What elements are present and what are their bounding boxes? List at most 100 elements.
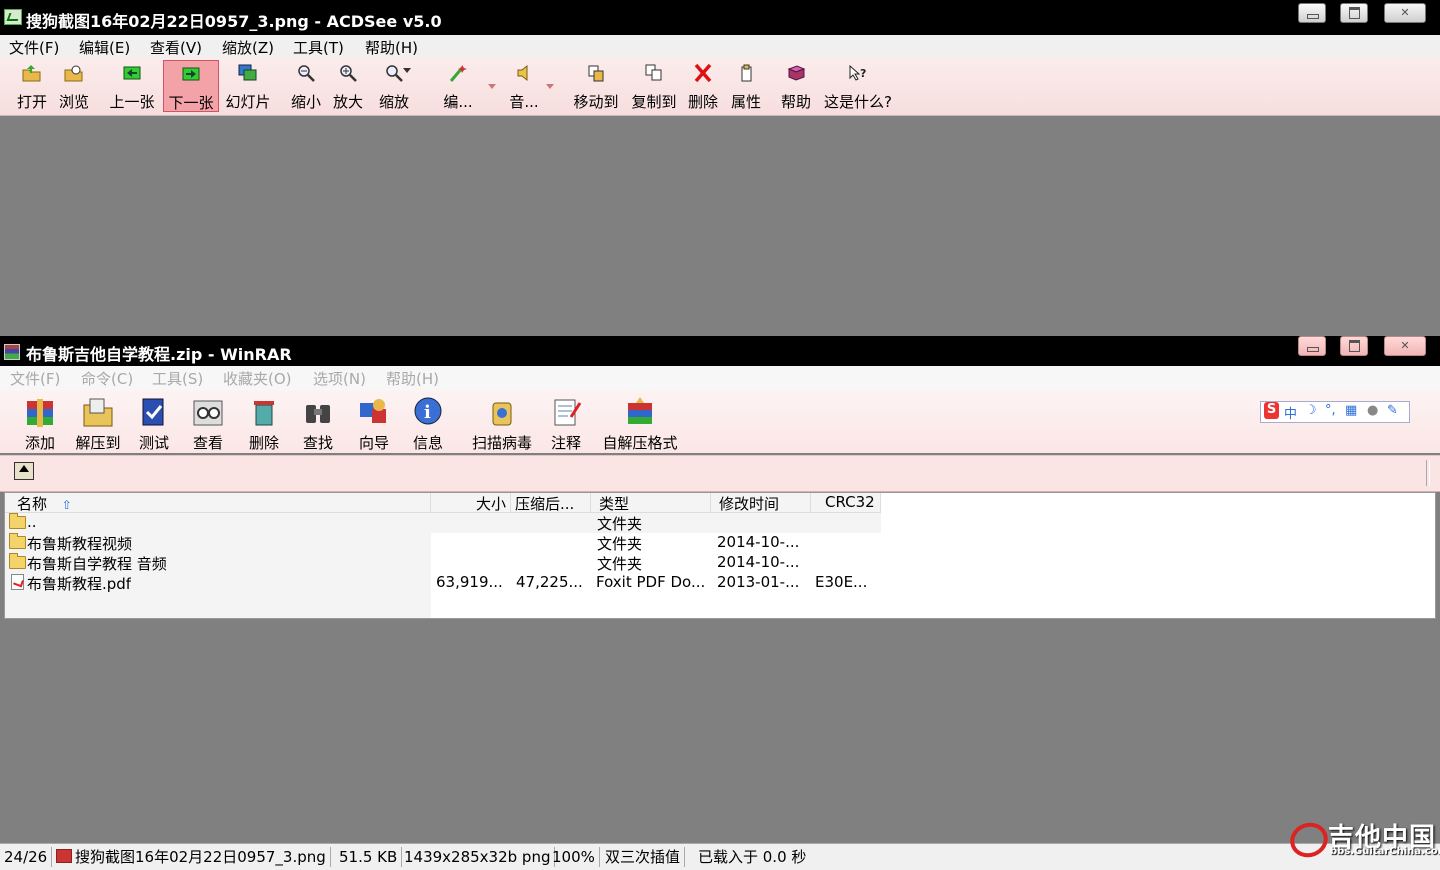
delete-label: 删除 (687, 93, 718, 111)
edit-button[interactable]: 编... (436, 60, 480, 112)
test-icon (142, 398, 164, 426)
acdsee-menu-zoom[interactable]: 缩放(Z) (222, 37, 274, 58)
winrar-menu-tools[interactable]: 工具(S) (152, 368, 203, 389)
table-row[interactable]: 布鲁斯教程.pdf 63,919... 47,225... Foxit PDF … (5, 573, 881, 593)
status-file: 搜狗截图16年02月22日0957_3.png (52, 847, 331, 867)
whats-this-button[interactable]: ? 这是什么? (820, 60, 896, 112)
winrar-menu-options[interactable]: 选项(N) (313, 368, 366, 389)
acdsee-menu-view[interactable]: 查看(V) (150, 37, 202, 58)
column-header-crc[interactable]: CRC32 (811, 493, 881, 513)
acdsee-menu-help[interactable]: 帮助(H) (365, 37, 418, 58)
prev-image-label: 上一张 (109, 93, 155, 111)
winrar-menu-help[interactable]: 帮助(H) (386, 368, 439, 389)
acdsee-maximize-button[interactable] (1340, 3, 1368, 23)
winrar-menu-favorites[interactable]: 收藏夹(O) (223, 368, 292, 389)
prev-image-button[interactable]: 上一张 (106, 60, 158, 112)
moon-icon[interactable]: ☽ (1305, 403, 1317, 418)
winrar-menu-command[interactable]: 命令(C) (81, 368, 133, 389)
zoom-out-icon (298, 65, 315, 82)
acdsee-menu-file[interactable]: 文件(F) (9, 37, 59, 58)
winrar-maximize-button[interactable] (1340, 336, 1368, 356)
comment-button[interactable]: 注释 (544, 392, 588, 452)
guitar-logo-icon (1285, 817, 1333, 863)
next-arrow-icon (182, 67, 200, 81)
ime-toolbar[interactable]: S 中 ☽ °, ▦ ● ✎ (1260, 401, 1410, 423)
column-header-packed[interactable]: 压缩后... (511, 493, 591, 513)
status-index: 24/26 (0, 847, 53, 867)
acdsee-menu-tools[interactable]: 工具(T) (293, 37, 344, 58)
add-button[interactable]: 添加 (16, 392, 64, 452)
winrar-minimize-button[interactable] (1298, 336, 1326, 356)
winrar-file-list[interactable]: 名称 ⇧ 大小 压缩后... 类型 修改时间 CRC32 .. 文件夹 布鲁斯教… (4, 492, 1436, 619)
acdsee-menu-edit[interactable]: 编辑(E) (79, 37, 130, 58)
info-button[interactable]: i 信息 (406, 392, 450, 452)
up-folder-button[interactable] (14, 462, 34, 480)
table-row[interactable]: 布鲁斯教程视频 文件夹 2014-10-... (5, 533, 881, 553)
delete-archive-label: 删除 (248, 434, 279, 452)
move-to-button[interactable]: 移动到 (570, 60, 622, 112)
folder-icon (9, 533, 26, 549)
row-type: 文件夹 (597, 515, 643, 533)
help-button[interactable]: 帮助 (776, 60, 816, 112)
sfx-button[interactable]: 自解压格式 (598, 392, 682, 452)
audio-label: 音... (509, 93, 539, 111)
slideshow-button[interactable]: 幻灯片 (222, 60, 274, 112)
audio-button[interactable]: 音... (502, 60, 546, 112)
acdsee-toolbar: 打开 浏览 上一张 下一张 幻灯片 缩小 放大 缩放 编... 音... 移动到 (0, 57, 1440, 116)
status-dimensions: 1439x285x32b png (400, 847, 556, 867)
punctuation-icon[interactable]: °, (1325, 403, 1336, 418)
user-icon[interactable]: ● (1367, 403, 1378, 418)
column-header-modified[interactable]: 修改时间 (711, 493, 811, 513)
ime-mode[interactable]: 中 (1284, 403, 1297, 422)
acdsee-title-bar: 搜狗截图16年02月22日0957_3.png - ACDSee v5.0 ✕ (0, 0, 1440, 35)
copy-to-button[interactable]: 复制到 (628, 60, 680, 112)
row-modified: 2013-01-... (717, 573, 800, 591)
audio-dropdown-arrow[interactable] (546, 84, 554, 89)
test-button[interactable]: 测试 (132, 392, 176, 452)
sfx-label: 自解压格式 (602, 434, 678, 452)
zoom-in-button[interactable]: 放大 (328, 60, 368, 112)
virus-scan-button[interactable]: 扫描病毒 (466, 392, 538, 452)
column-name-label: 名称 (17, 495, 48, 513)
open-label: 打开 (16, 93, 47, 111)
edit-dropdown-arrow[interactable] (488, 84, 496, 89)
wizard-icon (360, 399, 386, 423)
png-file-icon (56, 849, 72, 863)
zoom-dropdown-arrow[interactable] (403, 68, 411, 73)
winrar-close-button[interactable]: ✕ (1384, 336, 1426, 356)
extract-to-button[interactable]: 解压到 (70, 392, 126, 452)
status-load-time: 已载入于 0.0 秒 (698, 848, 807, 866)
column-header-size[interactable]: 大小 (431, 493, 511, 513)
copy-to-icon (645, 64, 662, 81)
acdsee-minimize-button[interactable] (1298, 3, 1326, 23)
browse-button[interactable]: 浏览 (54, 60, 94, 112)
open-button[interactable]: 打开 (12, 60, 52, 112)
row-crc: E30E... (815, 573, 868, 591)
keyboard-icon[interactable]: ▦ (1345, 403, 1357, 418)
comment-label: 注释 (550, 434, 581, 452)
status-filter: 双三次插值 (601, 847, 686, 867)
help-book-icon (787, 65, 806, 81)
winrar-menu-file[interactable]: 文件(F) (10, 368, 60, 389)
row-type: Foxit PDF Do... (596, 573, 706, 591)
wrench-icon[interactable]: ✎ (1387, 403, 1398, 418)
properties-button[interactable]: 属性 (726, 60, 766, 112)
table-row[interactable]: .. 文件夹 (5, 513, 881, 533)
next-image-button[interactable]: 下一张 (163, 60, 219, 112)
column-header-type[interactable]: 类型 (591, 493, 711, 513)
find-binoculars-icon (306, 405, 330, 423)
table-row[interactable]: 布鲁斯自学教程 音频 文件夹 2014-10-... (5, 553, 881, 573)
wizard-button[interactable]: 向导 (350, 392, 398, 452)
find-label: 查找 (302, 434, 333, 452)
edit-wand-icon (449, 65, 467, 82)
folder-open-icon (22, 65, 41, 82)
zoom-out-button[interactable]: 缩小 (286, 60, 326, 112)
view-button[interactable]: 查看 (186, 392, 230, 452)
delete-archive-button[interactable]: 删除 (242, 392, 286, 452)
view-icon (193, 400, 223, 426)
acdsee-close-button[interactable]: ✕ (1384, 3, 1426, 23)
delete-button[interactable]: 删除 (684, 60, 722, 112)
find-button[interactable]: 查找 (296, 392, 340, 452)
zoom-in-label: 放大 (332, 93, 363, 111)
column-header-name[interactable]: 名称 ⇧ (5, 493, 431, 513)
